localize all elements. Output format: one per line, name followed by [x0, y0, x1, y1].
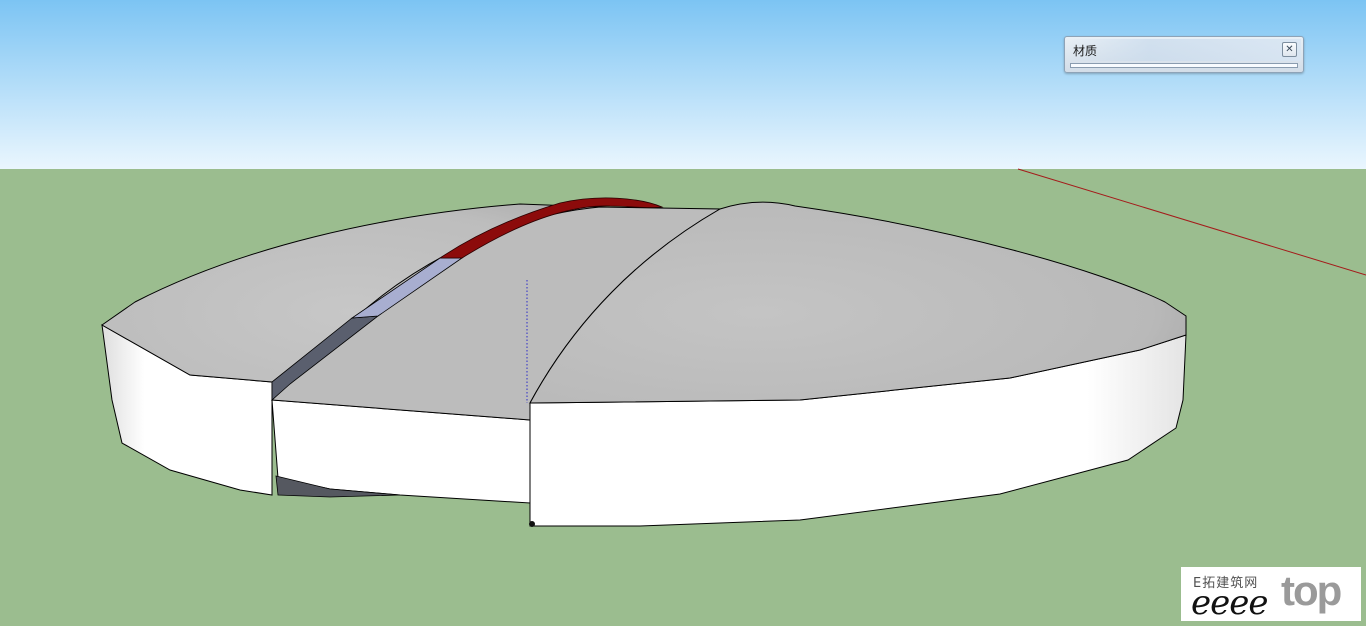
watermark-script-text: eeee [1191, 583, 1268, 623]
scene-canvas[interactable] [0, 0, 1366, 626]
origin-point [529, 521, 535, 527]
close-icon[interactable]: ✕ [1282, 42, 1297, 57]
materials-tray-window[interactable]: 材质 ✕ [1064, 36, 1304, 73]
tray-title: 材质 [1073, 44, 1098, 58]
tray-content-strip [1070, 63, 1298, 68]
tray-titlebar[interactable]: 材质 ✕ [1067, 39, 1301, 61]
watermark: E拓建筑网 eeee top [1181, 567, 1361, 623]
watermark-top-text: top [1281, 567, 1342, 614]
sky [0, 0, 1366, 169]
3d-viewport[interactable] [0, 0, 1366, 626]
